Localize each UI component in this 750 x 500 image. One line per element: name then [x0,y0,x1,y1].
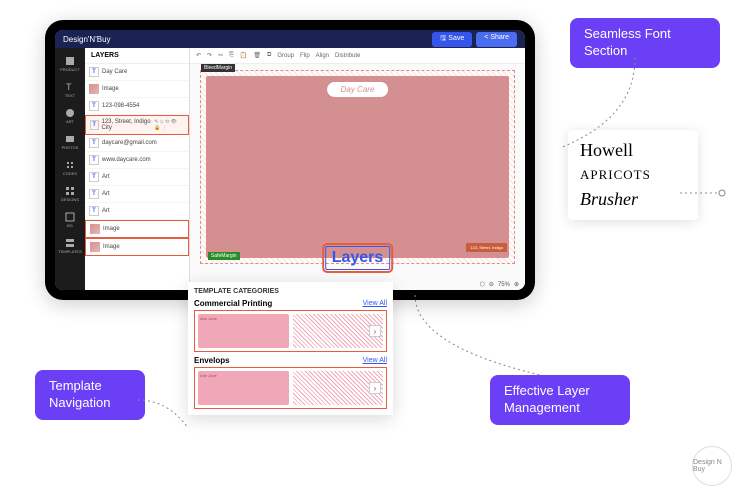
layer-row[interactable]: TArt [85,203,189,220]
sidebar-item-photos[interactable]: PHOTOS [57,130,83,154]
app-screen: Design'N'Buy 🖫 Save < Share PRODUCT TTEX… [55,30,525,290]
design-card[interactable] [206,76,509,258]
template-thumb[interactable]: Arie Jane [198,314,289,348]
template-thumb[interactable]: › [293,314,384,348]
layers-header: LAYERS [85,48,189,64]
connector-line [400,295,560,385]
sidebar-item-templates[interactable]: TEMPLATES [57,234,83,258]
callout-font: Seamless Font Section [570,18,720,68]
layer-row[interactable]: Image [85,220,189,238]
view-all-link[interactable]: View All [363,300,387,307]
canvas-footer: ⬡ ⊖ 75% ⊕ [480,281,519,288]
copy-icon[interactable]: ⎘ [229,52,234,59]
layer-row-selected[interactable]: T123, Street, Indigo City✎ ◇ ⟲ 👁 🔒 ⋮ [85,115,189,135]
sidebar-item-art[interactable]: ART [57,104,83,128]
redo-icon[interactable]: ↷ [207,52,212,59]
card-address[interactable]: 123, Street, Indigo [466,243,507,252]
svg-text:T: T [66,82,72,92]
category-name: Commercial Printing [194,299,272,308]
undo-icon[interactable]: ↶ [196,52,201,59]
canvas-toolbar: ↶ ↷ ✂ ⎘ 📋 🗑 ⧉ Group Flip Align Distribut… [190,48,525,64]
layer-row[interactable]: Image [85,238,189,256]
topbar: Design'N'Buy 🖫 Save < Share [55,30,525,48]
layer-row[interactable]: TDay Care [85,64,189,81]
sidebar-item-codes[interactable]: CODES [57,156,83,180]
template-thumbs: Arie Jane › [194,310,387,352]
layers-button[interactable]: Layers [325,246,391,270]
safe-label: SafeMargin [208,252,240,260]
sidebar-item-product[interactable]: PRODUCT [57,52,83,76]
distribute-button[interactable]: Distribute [335,53,360,59]
bleed-label: BleedMargin [201,64,235,72]
layer-row[interactable]: TArt [85,186,189,203]
canvas-area: ↶ ↷ ✂ ⎘ 📋 🗑 ⧉ Group Flip Align Distribut… [190,48,525,290]
template-thumbs: Arie Jane › [194,367,387,409]
view-all-link[interactable]: View All [363,357,387,364]
share-button[interactable]: < Share [476,32,517,47]
layer-tools[interactable]: ✎ ◇ ⟲ 👁 🔒 ⋮ [154,119,184,131]
font-sample[interactable]: Howell [580,140,686,161]
nav-next-icon[interactable]: › [369,325,381,337]
layers-panel: LAYERS TDay Care Image T123-098-4554 T12… [85,48,190,290]
sidebar-item-bg[interactable]: BG [57,208,83,232]
sidebar-item-designs[interactable]: DESIGNS [57,182,83,206]
callout-template: Template Navigation [35,370,145,420]
3d-icon[interactable]: ⬡ [480,281,485,288]
nav-next-icon[interactable]: › [369,382,381,394]
align-button[interactable]: Align [316,53,329,59]
layer-row[interactable]: Image [85,81,189,98]
tablet-frame: Design'N'Buy 🖫 Save < Share PRODUCT TTEX… [45,20,535,300]
zoom-out-icon[interactable]: ⊖ [489,281,494,288]
template-thumb[interactable]: › [293,371,384,405]
cut-icon[interactable]: ✂ [218,52,223,59]
font-sample[interactable]: Brusher [580,189,686,210]
group-button[interactable]: Group [277,53,294,59]
zoom-in-icon[interactable]: ⊕ [514,281,519,288]
save-button[interactable]: 🖫 Save [432,32,472,47]
font-sample[interactable]: APRICOTS [580,167,686,183]
layer-row[interactable]: Tdaycare@gmail.com [85,135,189,152]
dup-icon[interactable]: ⧉ [267,52,271,59]
paste-icon[interactable]: 📋 [240,52,247,59]
layer-row[interactable]: Twww.daycare.com [85,152,189,169]
template-thumb[interactable]: Arie Jane [198,371,289,405]
template-panel: TEMPLATE CATEGORIES Commercial Printing V… [188,282,393,415]
category-name: Envelops [194,356,230,365]
brand-logo: Design'N'Buy [63,35,111,44]
font-preview-card: Howell APRICOTS Brusher [568,130,698,220]
flip-button[interactable]: Flip [300,53,310,59]
canvas-workspace[interactable]: BleedMargin Day Care 123, Street, Indigo… [190,64,525,290]
card-logo[interactable]: Day Care [327,82,389,97]
template-header: TEMPLATE CATEGORIES [194,288,387,295]
callout-layer: Effective Layer Management [490,375,630,425]
brand-badge: Design N Buy [692,446,732,486]
left-sidebar: PRODUCT TTEXT ART PHOTOS CODES DESIGNS B… [55,48,85,290]
zoom-level[interactable]: 75% [498,282,510,288]
sidebar-item-text[interactable]: TTEXT [57,78,83,102]
layer-row[interactable]: T123-098-4554 [85,98,189,115]
delete-icon[interactable]: 🗑 [253,52,261,59]
layer-row[interactable]: TArt [85,169,189,186]
